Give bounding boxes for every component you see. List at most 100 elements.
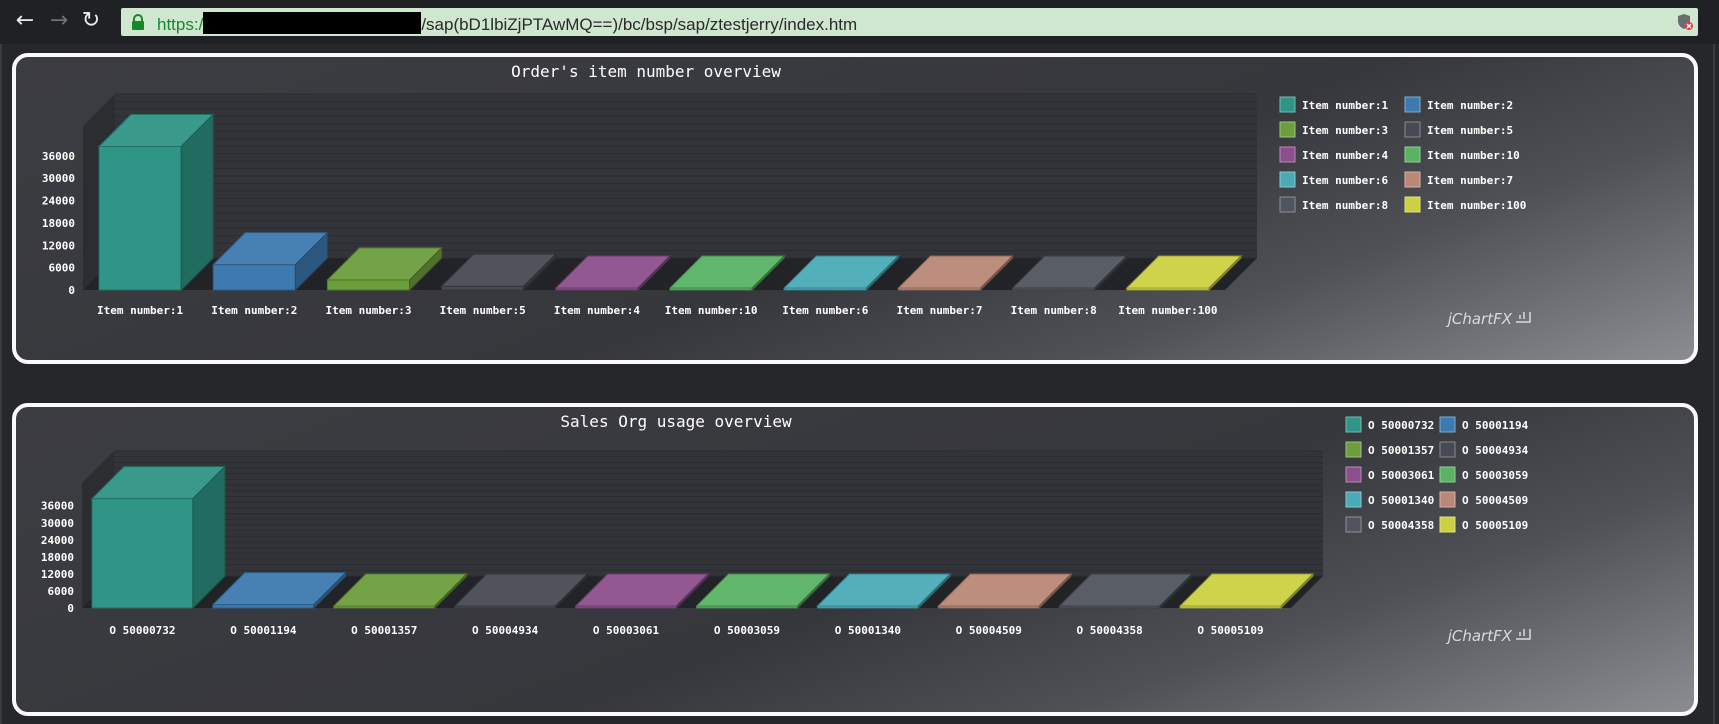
y-tick-label: 30000	[41, 517, 74, 530]
url-scheme: https:/	[157, 15, 204, 34]
category-label: Item number:3	[325, 304, 411, 317]
legend-item: O 50001357	[1345, 441, 1434, 458]
legend-item: O 50004934	[1439, 441, 1529, 458]
legend-label: O 50001194	[1462, 419, 1529, 432]
y-tick-label: 6000	[49, 262, 76, 275]
legend-swatch	[1279, 96, 1296, 113]
reload-button[interactable]: ↻	[78, 8, 104, 34]
redacted-host	[203, 12, 422, 34]
category-label: O 50003061	[593, 624, 660, 637]
category-label: Item number:5	[440, 304, 526, 317]
bar-front	[441, 285, 525, 291]
address-bar[interactable]: https:/ /sap(bD1lbiZjPTAwMQ==)/bc/bsp/sap…	[121, 8, 1698, 36]
legend-label: Item number:7	[1427, 174, 1513, 187]
legend-swatch	[1439, 491, 1456, 508]
back-button[interactable]: ←	[12, 8, 38, 34]
legend-item: O 50004358	[1345, 516, 1434, 533]
legend-swatch	[1439, 441, 1456, 458]
legend-swatch	[1404, 171, 1421, 188]
legend-item: Item number:7	[1404, 171, 1513, 188]
legend-swatch	[1439, 416, 1456, 433]
bar-front	[212, 604, 315, 609]
legend-item: Item number:5	[1404, 121, 1513, 138]
sales-org-chart: Sales Org usage overview 0 6000 12000 18000 2…	[41, 412, 1531, 645]
y-tick-label: 18000	[41, 551, 74, 564]
jchartfx-logo: jChartFX	[1446, 310, 1513, 328]
legend-label: O 50005109	[1462, 519, 1528, 532]
legend-item: O 50004509	[1439, 491, 1528, 508]
bar-front	[212, 264, 296, 291]
category-label: O 50004358	[1077, 624, 1143, 637]
legend-label: O 50001340	[1368, 494, 1434, 507]
category-label: Item number:7	[896, 304, 982, 317]
y-tick-label: 36000	[42, 150, 75, 163]
legend-item: O 50001194	[1439, 416, 1529, 433]
shield-icon[interactable]	[1676, 13, 1694, 31]
category-label: Item number:100	[1118, 304, 1217, 317]
category-label: O 50001194	[230, 624, 297, 637]
chart-title: Sales Org usage overview	[560, 412, 792, 431]
legend-item: Item number:3	[1279, 121, 1388, 138]
jchartfx-logo: jChartFX	[1446, 627, 1513, 645]
category-label: Item number:1	[97, 304, 183, 317]
item-number-chart-panel: Order's item number overview 0 6000 12000 18…	[12, 53, 1698, 364]
legend-label: Item number:10	[1427, 149, 1520, 162]
legend-label: O 50004358	[1368, 519, 1434, 532]
bar	[90, 465, 227, 610]
category-label: Item number:10	[665, 304, 758, 317]
legend-swatch	[1345, 491, 1362, 508]
y-tick-label: 30000	[42, 172, 75, 185]
lock-icon	[132, 14, 144, 30]
legend-item: O 50001340	[1345, 491, 1434, 508]
legend-swatch	[1404, 96, 1421, 113]
browser-toolbar: ← → ↻ https:/ /sap(bD1lbiZjPTAwMQ==)/bc/b…	[0, 0, 1719, 44]
legend-swatch	[1279, 171, 1296, 188]
left-edge	[0, 44, 2, 724]
arrow-left-icon: ←	[15, 8, 35, 33]
sales-org-chart-panel: Sales Org usage overview 0 6000 12000 18000 2…	[12, 403, 1698, 716]
category-label: O 50001357	[351, 624, 417, 637]
category-label: Item number:6	[782, 304, 868, 317]
chart-icon	[1516, 629, 1531, 640]
y-tick-label: 12000	[42, 239, 75, 252]
y-tick-label: 24000	[42, 195, 75, 208]
legend-label: O 50001357	[1368, 444, 1434, 457]
legend-item: O 50005109	[1439, 516, 1528, 533]
category-label: Item number:8	[1011, 304, 1097, 317]
category-label: O 50005109	[1197, 624, 1263, 637]
legend-swatch	[1279, 196, 1296, 213]
legend-label: Item number:1	[1302, 99, 1388, 112]
legend-label: Item number:4	[1302, 149, 1388, 162]
legend-swatch	[1345, 466, 1362, 483]
legend-swatch	[1279, 146, 1296, 163]
legend-label: Item number:3	[1302, 124, 1388, 137]
chart-title: Order's item number overview	[511, 62, 781, 81]
url-path: /sap(bD1lbiZjPTAwMQ==)/bc/bsp/sap/ztestj…	[421, 15, 858, 34]
bar-front	[91, 498, 194, 609]
y-tick-label: 0	[67, 602, 74, 615]
bar-front	[98, 146, 182, 291]
legend-label: O 50003061	[1368, 469, 1435, 482]
legend-label: O 50003059	[1462, 469, 1528, 482]
arrow-right-icon: →	[49, 8, 69, 33]
legend-item: O 50003059	[1439, 466, 1528, 483]
legend-label: O 50000732	[1368, 419, 1434, 432]
legend-item: Item number:100	[1404, 196, 1526, 213]
legend-item: O 50003061	[1345, 466, 1435, 483]
reload-icon: ↻	[81, 8, 101, 33]
category-label: O 50004934	[472, 624, 539, 637]
forward-button[interactable]: →	[46, 8, 72, 34]
legend-swatch	[1279, 121, 1296, 138]
legend-swatch	[1345, 416, 1362, 433]
chart-icon	[1516, 312, 1531, 323]
bar	[97, 113, 215, 292]
legend-item: Item number:10	[1404, 146, 1520, 163]
legend-label: Item number:6	[1302, 174, 1388, 187]
legend-swatch	[1345, 441, 1362, 458]
y-tick-label: 6000	[48, 585, 75, 598]
legend-label: O 50004934	[1462, 444, 1529, 457]
legend-item: Item number:6	[1279, 171, 1388, 188]
legend-item: Item number:2	[1404, 96, 1513, 113]
legend-swatch	[1404, 146, 1421, 163]
y-tick-label: 36000	[41, 500, 74, 513]
